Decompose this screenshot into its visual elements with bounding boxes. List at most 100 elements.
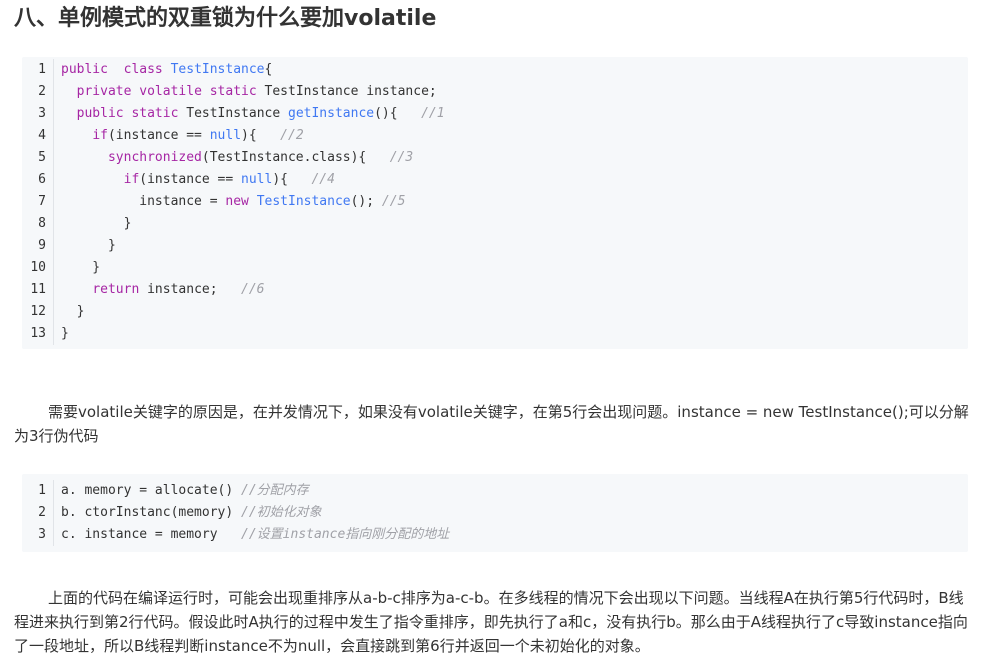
code-text: b. ctorInstanc(memory) //初始化对象 bbox=[54, 502, 322, 524]
line-number: 5 bbox=[22, 147, 54, 169]
code-line: 3 public static TestInstance getInstance… bbox=[22, 103, 968, 125]
code-comment: //3 bbox=[389, 150, 414, 165]
code-plain: { bbox=[264, 62, 273, 77]
code-plain: instance = bbox=[61, 194, 226, 209]
code-line: 8 } bbox=[22, 213, 968, 235]
code-text: if(instance == null){ //4 bbox=[54, 169, 335, 191]
code-plain bbox=[202, 84, 210, 99]
code-keyword: class bbox=[123, 62, 163, 77]
code-line: 4 if(instance == null){ //2 bbox=[22, 125, 968, 147]
line-number: 2 bbox=[22, 81, 54, 103]
line-number: 13 bbox=[22, 323, 54, 345]
code-plain: } bbox=[61, 326, 69, 341]
code-comment: //6 bbox=[241, 282, 265, 297]
code-text: } bbox=[54, 257, 100, 279]
code-plain: } bbox=[61, 304, 85, 319]
code-keyword: public bbox=[61, 62, 108, 77]
code-line: 9 } bbox=[22, 235, 968, 257]
code-identifier: getInstance bbox=[288, 106, 375, 121]
line-number: 2 bbox=[22, 502, 54, 524]
code-line: 7 instance = new TestInstance(); //5 bbox=[22, 191, 968, 213]
code-plain bbox=[61, 106, 77, 121]
code-line: 3 c. instance = memory //设置instance指向刚分配的… bbox=[22, 524, 968, 546]
code-plain: b. ctorInstanc(memory) bbox=[61, 505, 242, 520]
code-line: 11 return instance; //6 bbox=[22, 279, 968, 301]
line-number: 8 bbox=[22, 213, 54, 235]
code-plain: } bbox=[61, 216, 132, 231]
code-text: } bbox=[54, 323, 69, 345]
line-number: 3 bbox=[22, 103, 54, 125]
paragraph-reordering: 上面的代码在编译运行时，可能会出现重排序从a-b-c排序为a-c-b。在多线程的… bbox=[14, 589, 968, 655]
line-number: 10 bbox=[22, 257, 54, 279]
code-keyword: if bbox=[92, 128, 108, 143]
code-text: return instance; //6 bbox=[54, 279, 265, 301]
code-identifier: null bbox=[241, 172, 273, 187]
code-comment: //4 bbox=[311, 172, 335, 187]
line-number: 1 bbox=[22, 480, 54, 502]
section-heading: 八、单例模式的双重锁为什么要加volatile bbox=[14, 6, 437, 31]
code-plain bbox=[249, 194, 257, 209]
code-keyword: return bbox=[92, 282, 140, 297]
code-line: 6 if(instance == null){ //4 bbox=[22, 169, 968, 191]
code-text: } bbox=[54, 235, 116, 257]
code-line: 1 public class TestInstance{ bbox=[22, 59, 968, 81]
code-plain: (){ bbox=[374, 106, 422, 121]
code-line: 13} bbox=[22, 323, 968, 345]
code-text: c. instance = memory //设置instance指向刚分配的地… bbox=[54, 524, 449, 546]
paragraph-volatile-reason: 需要volatile关键字的原因是，在并发情况下，如果没有volatile关键字… bbox=[14, 403, 969, 445]
code-plain: a. memory = allocate() bbox=[61, 483, 242, 498]
code-plain bbox=[61, 150, 108, 165]
code-plain: TestInstance instance; bbox=[256, 84, 437, 99]
code-text: private volatile static TestInstance ins… bbox=[54, 81, 437, 103]
line-number: 12 bbox=[22, 301, 54, 323]
code-comment: //5 bbox=[381, 194, 406, 209]
code-plain: instance; bbox=[139, 282, 242, 297]
code-text: a. memory = allocate() //分配内存 bbox=[54, 480, 309, 502]
code-identifier: null bbox=[209, 128, 242, 143]
line-number: 11 bbox=[22, 279, 54, 301]
code-plain: TestInstance bbox=[178, 106, 288, 121]
code-comment: //初始化对象 bbox=[241, 505, 322, 520]
code-comment: //设置instance指向刚分配的地址 bbox=[241, 527, 450, 542]
code-keyword: synchronized bbox=[107, 150, 202, 165]
code-text: if(instance == null){ //2 bbox=[54, 125, 303, 147]
code-plain: ){ bbox=[272, 172, 312, 187]
code-keyword: if bbox=[123, 172, 140, 187]
code-keyword: new bbox=[225, 194, 249, 209]
code-line: 2 b. ctorInstanc(memory) //初始化对象 bbox=[22, 502, 968, 524]
line-number: 7 bbox=[22, 191, 54, 213]
code-plain bbox=[61, 128, 92, 143]
code-keyword: static bbox=[209, 84, 257, 99]
code-plain: } bbox=[61, 260, 101, 275]
code-plain: c. instance = memory bbox=[61, 527, 242, 542]
line-number: 6 bbox=[22, 169, 54, 191]
code-text: } bbox=[54, 213, 132, 235]
code-plain: (); bbox=[350, 194, 382, 209]
code-keyword: public bbox=[76, 106, 124, 121]
code-keyword: private bbox=[76, 84, 132, 99]
code-identifier: TestInstance bbox=[256, 194, 351, 209]
article: 八、单例模式的双重锁为什么要加volatile 1 public class Te… bbox=[0, 0, 981, 664]
code-plain bbox=[108, 62, 124, 77]
code-line: 5 synchronized(TestInstance.class){ //3 bbox=[22, 147, 968, 169]
code-plain: ){ bbox=[241, 128, 281, 143]
code-text: } bbox=[54, 301, 85, 323]
code-text: synchronized(TestInstance.class){ //3 bbox=[54, 147, 413, 169]
code-keyword: static bbox=[131, 106, 179, 121]
code-comment: //1 bbox=[421, 106, 445, 121]
code-plain: (instance == bbox=[107, 128, 210, 143]
code-line: 10 } bbox=[22, 257, 968, 279]
line-number: 3 bbox=[22, 524, 54, 546]
code-comment: //分配内存 bbox=[241, 483, 309, 498]
code-identifier: TestInstance bbox=[170, 62, 265, 77]
code-plain bbox=[61, 84, 77, 99]
code-line: 12 } bbox=[22, 301, 968, 323]
line-number: 9 bbox=[22, 235, 54, 257]
code-block-pseudocode: 1 a. memory = allocate() //分配内存 2 b. ctorIn… bbox=[22, 474, 968, 552]
code-line: 2 private volatile static TestInstance i… bbox=[22, 81, 968, 103]
code-plain bbox=[61, 172, 124, 187]
line-number: 4 bbox=[22, 125, 54, 147]
code-block-singleton: 1 public class TestInstance{2 private vol… bbox=[22, 57, 968, 349]
code-plain: } bbox=[61, 238, 116, 253]
code-plain: (instance == bbox=[139, 172, 242, 187]
